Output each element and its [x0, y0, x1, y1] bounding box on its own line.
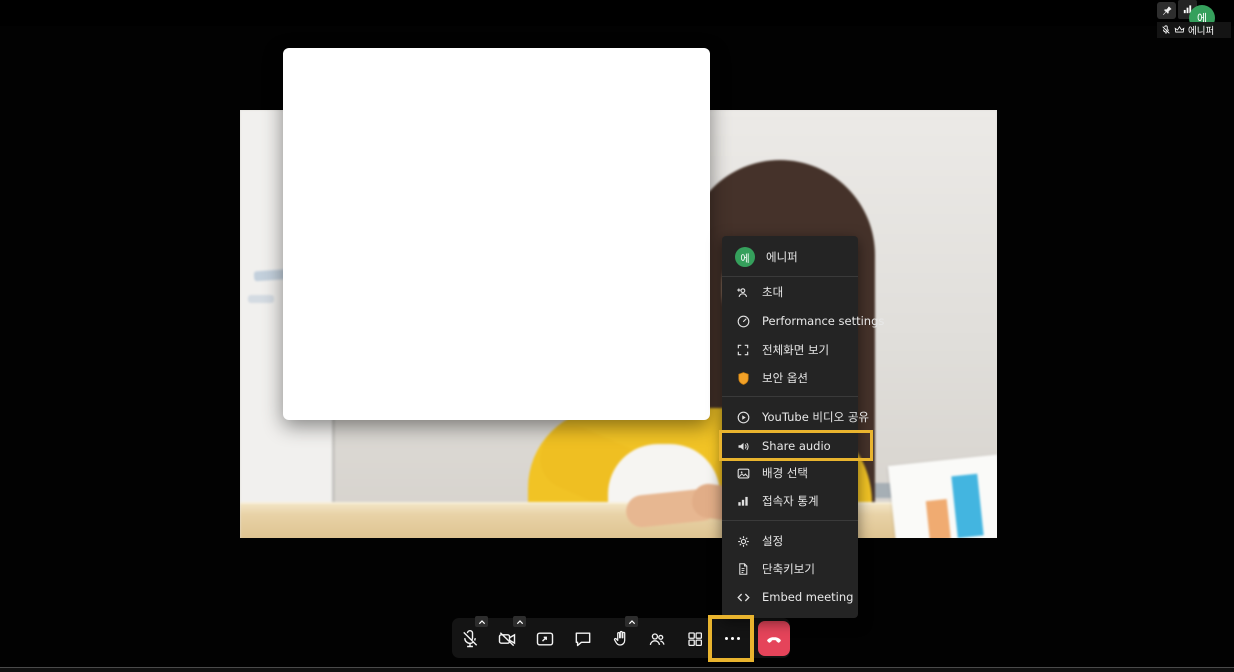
pin-button[interactable]: [1157, 2, 1176, 19]
fullscreen-icon: [735, 342, 751, 358]
play-circle-icon: [735, 409, 751, 425]
mic-muted-icon: [460, 629, 480, 649]
menu-item-share-audio[interactable]: Share audio: [722, 432, 858, 460]
more-options-menu: 에 에니퍼 초대 Performance settings 전체화면 보기 보안…: [722, 236, 858, 618]
stats-bars-icon: [735, 493, 751, 509]
code-icon: [735, 589, 751, 605]
menu-item-invite[interactable]: 초대: [722, 278, 858, 306]
menu-divider: [722, 520, 858, 521]
hand-icon: [611, 629, 630, 648]
pin-icon: [1161, 5, 1173, 17]
menu-user-row[interactable]: 에 에니퍼: [722, 242, 858, 272]
gear-icon: [735, 533, 751, 549]
mic-muted-icon: [1161, 25, 1171, 35]
image-icon: [735, 465, 751, 481]
grid-icon: [686, 630, 704, 648]
menu-item-security-options[interactable]: 보안 옵션: [722, 364, 858, 392]
menu-item-settings[interactable]: 설정: [722, 527, 858, 555]
more-dots-icon: [725, 637, 740, 640]
menu-item-youtube-share[interactable]: YouTube 비디오 공유: [722, 403, 858, 431]
camera-muted-icon: [497, 629, 517, 649]
document-icon: [735, 561, 751, 577]
screen-share-dialog: [283, 48, 710, 420]
hangup-button[interactable]: [758, 621, 790, 656]
menu-item-background-select[interactable]: 배경 선택: [722, 459, 858, 487]
participants-icon: [647, 629, 667, 649]
hand-options-caret[interactable]: [625, 616, 638, 627]
chat-icon: [573, 629, 593, 649]
menu-divider: [722, 276, 858, 277]
menu-divider: [722, 396, 858, 397]
desk: [240, 502, 997, 538]
menu-item-fullscreen-view[interactable]: 전체화면 보기: [722, 336, 858, 364]
more-options-button[interactable]: [715, 622, 749, 655]
menu-item-shortcuts[interactable]: 단축키보기: [722, 555, 858, 583]
layout-grid-button[interactable]: [678, 622, 712, 655]
menu-item-attendee-stats[interactable]: 접속자 통계: [722, 487, 858, 515]
self-name-bar: 에니퍼: [1157, 22, 1231, 38]
top-bar: [0, 0, 1234, 26]
user-name: 에니퍼: [766, 249, 798, 265]
self-name: 에니퍼: [1188, 23, 1214, 37]
speedometer-icon: [735, 313, 751, 329]
host-crown-icon: [1174, 25, 1185, 35]
screen-share-icon: [535, 629, 555, 649]
mic-options-caret[interactable]: [475, 616, 488, 627]
speaker-icon: [735, 438, 751, 454]
person-add-icon: [735, 284, 751, 300]
menu-item-embed-meeting[interactable]: Embed meeting: [722, 583, 858, 611]
shield-icon: [735, 370, 751, 386]
participants-button[interactable]: [640, 622, 674, 655]
user-avatar: 에: [735, 247, 755, 267]
phone-hangup-icon: [765, 630, 783, 648]
chat-button[interactable]: [566, 622, 600, 655]
chart-paper: [888, 454, 997, 538]
camera-options-caret[interactable]: [513, 616, 526, 627]
screen-share-button[interactable]: [528, 622, 562, 655]
bottom-edge-strip: [0, 668, 1234, 672]
meeting-app: Remote Ultimate Premiums Prevent Evenly …: [0, 0, 1234, 672]
menu-item-performance-settings[interactable]: Performance settings: [722, 307, 858, 335]
